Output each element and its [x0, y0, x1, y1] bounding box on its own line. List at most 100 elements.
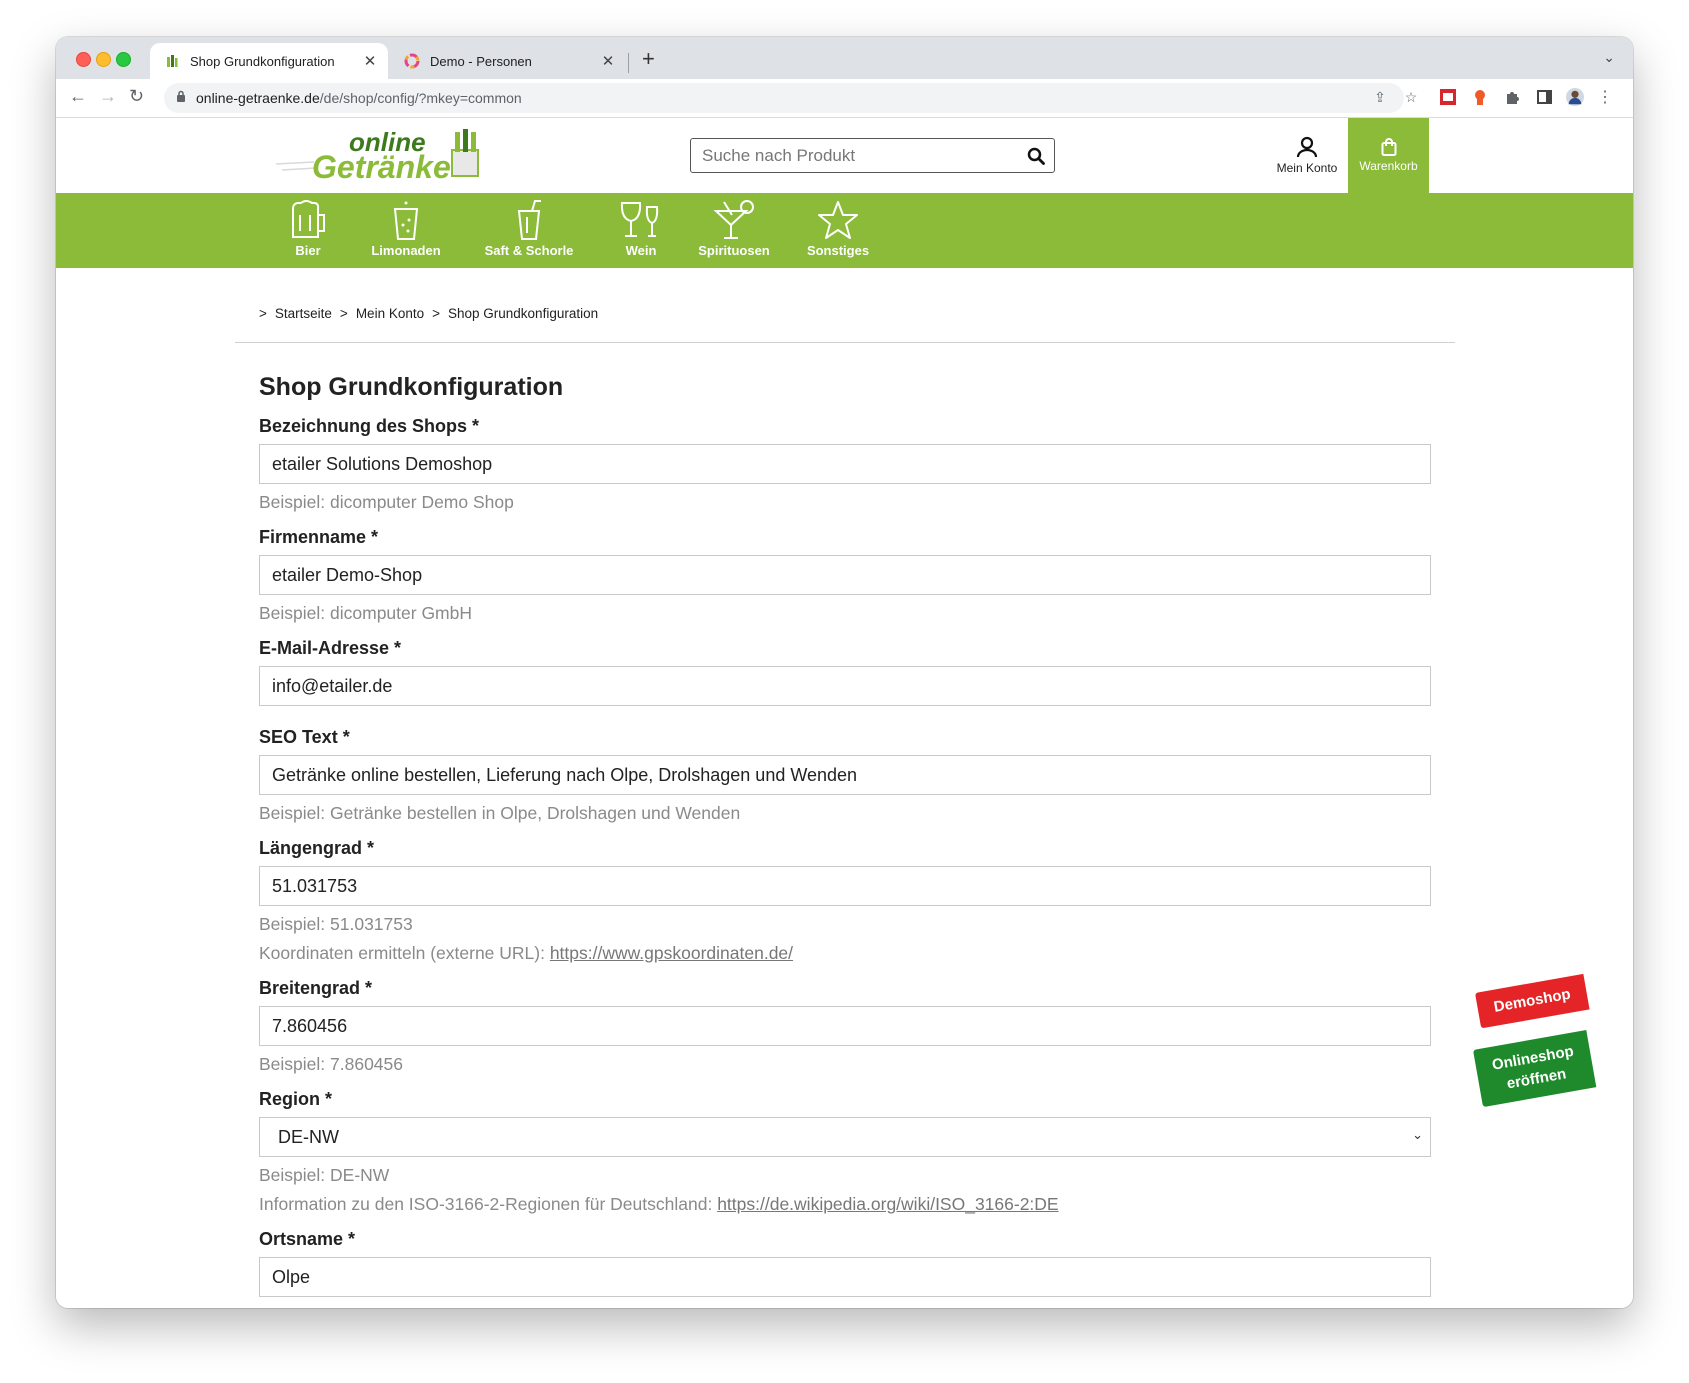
- nav-label: Limonaden: [371, 243, 441, 258]
- account-button[interactable]: Mein Konto: [1272, 136, 1342, 175]
- seo-text-input[interactable]: [259, 755, 1431, 795]
- tab-shop-config[interactable]: Shop Grundkonfiguration ✕: [150, 43, 388, 79]
- email-input[interactable]: [259, 666, 1431, 706]
- breadcrumb-separator: >: [259, 306, 267, 321]
- site-header: online Getränke Mein Konto: [56, 118, 1633, 193]
- close-window-button[interactable]: [76, 52, 91, 67]
- address-bar[interactable]: online-getraenke.de/de/shop/config/?mkey…: [164, 83, 1404, 113]
- tab-strip: Shop Grundkonfiguration ✕ Demo - Persone…: [56, 37, 1633, 79]
- nav-label: Spirituosen: [698, 243, 770, 258]
- breadcrumb: > Startseite > Mein Konto > Shop Grundko…: [259, 306, 598, 321]
- iso-regions-link[interactable]: https://de.wikipedia.org/wiki/ISO_3166-2…: [717, 1194, 1058, 1214]
- back-arrow-icon[interactable]: ←: [69, 86, 87, 107]
- extension-badge-icon[interactable]: [1471, 88, 1489, 106]
- url-path: /de/shop/config/?mkey=common: [319, 90, 522, 106]
- field-hint: Beispiel: dicomputer GmbH: [259, 603, 472, 623]
- nav-item-wein[interactable]: Wein: [616, 199, 666, 258]
- account-label: Mein Konto: [1276, 161, 1338, 175]
- bottles-favicon-icon: [164, 53, 180, 69]
- field-label: SEO Text *: [259, 727, 350, 747]
- svg-text:Getränke: Getränke: [312, 149, 451, 185]
- colorful-ring-favicon-icon: [404, 53, 420, 69]
- profile-avatar[interactable]: [1566, 88, 1584, 106]
- shop-name-input[interactable]: [259, 444, 1431, 484]
- field-email: E-Mail-Adresse *: [259, 638, 1431, 706]
- close-tab-icon[interactable]: ✕: [360, 52, 380, 70]
- field-hint: Beispiel: 51.031753: [259, 914, 413, 934]
- cart-button[interactable]: Warenkorb: [1348, 118, 1429, 193]
- field-label: Längengrad *: [259, 838, 375, 858]
- share-icon[interactable]: ⇪: [1371, 88, 1389, 106]
- field-info: Information zu den ISO-3166-2-Regionen f…: [259, 1194, 1431, 1215]
- cocktail-glass-icon: [713, 200, 754, 239]
- city-input[interactable]: [259, 1257, 1431, 1297]
- gps-coordinates-link[interactable]: https://www.gpskoordinaten.de/: [550, 943, 793, 963]
- extension-de-icon[interactable]: [1439, 88, 1457, 106]
- page-title: Shop Grundkonfiguration: [259, 373, 564, 401]
- browser-menu-icon[interactable]: ⋮: [1596, 88, 1614, 106]
- nav-item-spirituosen[interactable]: Spirituosen: [689, 199, 779, 258]
- nav-item-saft-schorle[interactable]: Saft & Schorle: [474, 199, 584, 258]
- reload-icon[interactable]: ↻: [129, 86, 144, 107]
- search-input[interactable]: [691, 144, 1018, 167]
- field-label: Bezeichnung des Shops *: [259, 416, 480, 436]
- bookmark-star-icon[interactable]: ☆: [1402, 88, 1420, 106]
- tab-search-chevron-icon[interactable]: ⌄: [1603, 49, 1615, 66]
- nav-item-bier[interactable]: Bier: [283, 199, 333, 258]
- web-page: online Getränke Mein Konto: [56, 118, 1633, 1308]
- field-label: Region *: [259, 1089, 333, 1109]
- longitude-input[interactable]: [259, 866, 1431, 906]
- field-hint: Beispiel: dicomputer Demo Shop: [259, 492, 514, 512]
- nav-item-limonaden[interactable]: Limonaden: [366, 199, 446, 258]
- field-longitude: Längengrad * Beispiel: 51.031753 Koordin…: [259, 838, 1431, 964]
- company-name-input[interactable]: [259, 555, 1431, 595]
- juice-glass-icon: [517, 200, 541, 240]
- close-tab-icon[interactable]: ✕: [598, 52, 618, 70]
- field-region: Region * DE-NW ⌄ Beispiel: DE-NW Informa…: [259, 1089, 1431, 1215]
- region-select[interactable]: DE-NW ⌄: [259, 1117, 1431, 1157]
- breadcrumb-separator: >: [432, 306, 440, 321]
- field-label: Firmenname *: [259, 527, 379, 547]
- cart-label: Warenkorb: [1359, 159, 1418, 173]
- browser-toolbar: ← → ↻ online-getraenke.de/de/shop/config…: [56, 79, 1633, 118]
- nav-item-sonstiges[interactable]: Sonstiges: [800, 199, 876, 258]
- side-panel-icon[interactable]: [1535, 88, 1553, 106]
- product-search: [690, 138, 1055, 173]
- field-hint: Beispiel: 7.860456: [259, 1054, 403, 1074]
- field-shop-name: Bezeichnung des Shops * Beispiel: dicomp…: [259, 416, 1431, 513]
- nav-label: Wein: [625, 243, 657, 258]
- breadcrumb-mein-konto[interactable]: Mein Konto: [356, 306, 424, 321]
- tab-separator: [628, 53, 629, 73]
- maximize-window-button[interactable]: [116, 52, 131, 67]
- field-company: Firmenname * Beispiel: dicomputer GmbH: [259, 527, 1431, 624]
- shopping-bag-icon: [1381, 138, 1396, 156]
- latitude-input[interactable]: [259, 1006, 1431, 1046]
- minimize-window-button[interactable]: [96, 52, 111, 67]
- online-getraenke-logo[interactable]: online Getränke: [274, 126, 486, 186]
- tab-title: Shop Grundkonfiguration: [190, 53, 335, 69]
- browser-window: Shop Grundkonfiguration ✕ Demo - Persone…: [56, 37, 1633, 1308]
- beer-mug-icon: [292, 200, 325, 238]
- breadcrumb-current: Shop Grundkonfiguration: [448, 306, 599, 321]
- content-divider: [235, 342, 1455, 343]
- field-seo-text: SEO Text * Beispiel: Getränke bestellen …: [259, 727, 1431, 824]
- soda-glass-icon: [393, 201, 419, 240]
- breadcrumb-startseite[interactable]: Startseite: [275, 306, 332, 321]
- shop-config-form: Shop Grundkonfiguration Bezeichnung des …: [259, 373, 1431, 1308]
- wine-glasses-icon: [620, 202, 659, 237]
- user-icon: [1296, 136, 1318, 158]
- forward-arrow-icon[interactable]: →: [99, 86, 117, 107]
- extensions-puzzle-icon[interactable]: [1503, 88, 1521, 106]
- field-label: E-Mail-Adresse *: [259, 638, 402, 658]
- tab-demo-personen[interactable]: Demo - Personen ✕: [390, 43, 626, 79]
- star-icon: [818, 201, 858, 239]
- category-nav: Bier Limonaden Saft & Schorle Wein Spiri…: [56, 193, 1633, 268]
- chevron-down-icon: ⌄: [1412, 1127, 1423, 1142]
- region-selected-value: DE-NW: [259, 1117, 1431, 1157]
- new-tab-icon[interactable]: +: [642, 46, 655, 72]
- field-latitude: Breitengrad * Beispiel: 7.860456: [259, 978, 1431, 1075]
- breadcrumb-separator: >: [339, 306, 348, 321]
- tab-title: Demo - Personen: [430, 53, 532, 69]
- url-host: online-getraenke.de: [196, 90, 320, 106]
- search-icon[interactable]: [1018, 147, 1054, 165]
